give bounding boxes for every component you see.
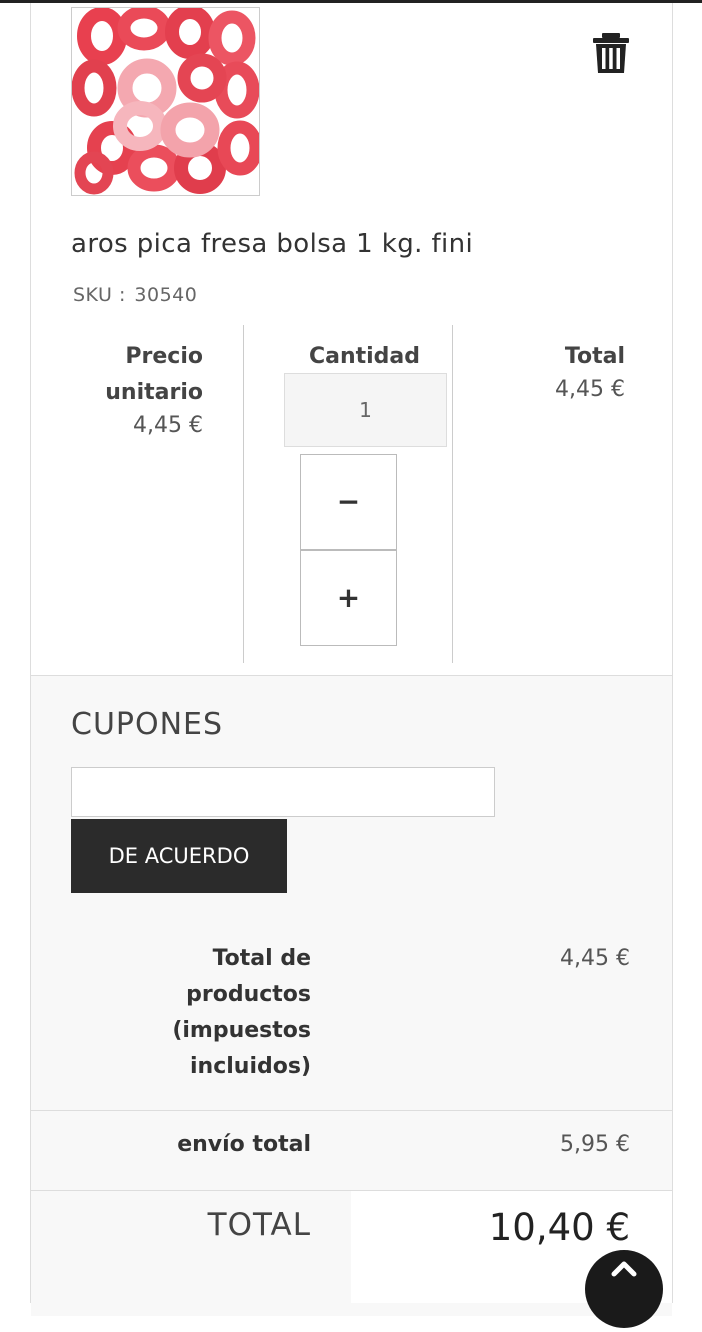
quantity-header: Cantidad	[308, 344, 421, 369]
coupon-input[interactable]	[71, 767, 495, 817]
line-total-value: 4,45 €	[555, 377, 625, 402]
shipping-value: 5,95 €	[560, 1132, 630, 1157]
chevron-up-icon	[611, 1261, 637, 1277]
unit-price-header-line-1: Precio	[125, 344, 203, 369]
product-name[interactable]: aros pica fresa bolsa 1 kg. fini	[71, 229, 473, 259]
products-total-label: Total de productos (impuestos incluidos)	[172, 941, 311, 1085]
grand-total-value: 10,40 €	[488, 1206, 630, 1249]
decrease-quantity-button[interactable]: −	[300, 454, 397, 550]
product-sku: SKU : 30540	[71, 284, 197, 306]
unit-price-header-line-2: unitario	[105, 380, 203, 405]
product-thumbnail[interactable]	[71, 7, 260, 196]
column-divider	[243, 325, 244, 663]
trash-icon[interactable]	[591, 31, 631, 75]
unit-price-header: Precio unitario	[105, 339, 203, 411]
cart-item-card: aros pica fresa bolsa 1 kg. fini SKU : 3…	[30, 3, 673, 1316]
divider	[31, 1110, 672, 1111]
shipping-label: envío total	[177, 1132, 311, 1157]
products-total-label-line-3: (impuestos	[172, 1018, 311, 1043]
total-header: Total	[564, 344, 625, 369]
sku-value: 30540	[134, 284, 198, 306]
coupons-title: CUPONES	[71, 707, 224, 742]
products-total-label-line-4: incluidos)	[190, 1054, 311, 1079]
products-total-label-line-2: productos	[186, 982, 311, 1007]
apply-coupon-button[interactable]: DE ACUERDO	[71, 819, 287, 893]
quantity-input[interactable]: 1	[284, 373, 447, 447]
products-total-value: 4,45 €	[560, 946, 630, 971]
products-total-label-line-1: Total de	[212, 946, 311, 971]
scroll-to-top-button[interactable]	[585, 1250, 663, 1328]
sku-label: SKU :	[73, 284, 126, 306]
grand-total-label: TOTAL	[207, 1207, 311, 1243]
increase-quantity-button[interactable]: +	[300, 550, 397, 646]
unit-price-value: 4,45 €	[133, 413, 203, 438]
strawberry-rings-candy-image	[72, 8, 259, 195]
column-divider	[452, 325, 453, 663]
